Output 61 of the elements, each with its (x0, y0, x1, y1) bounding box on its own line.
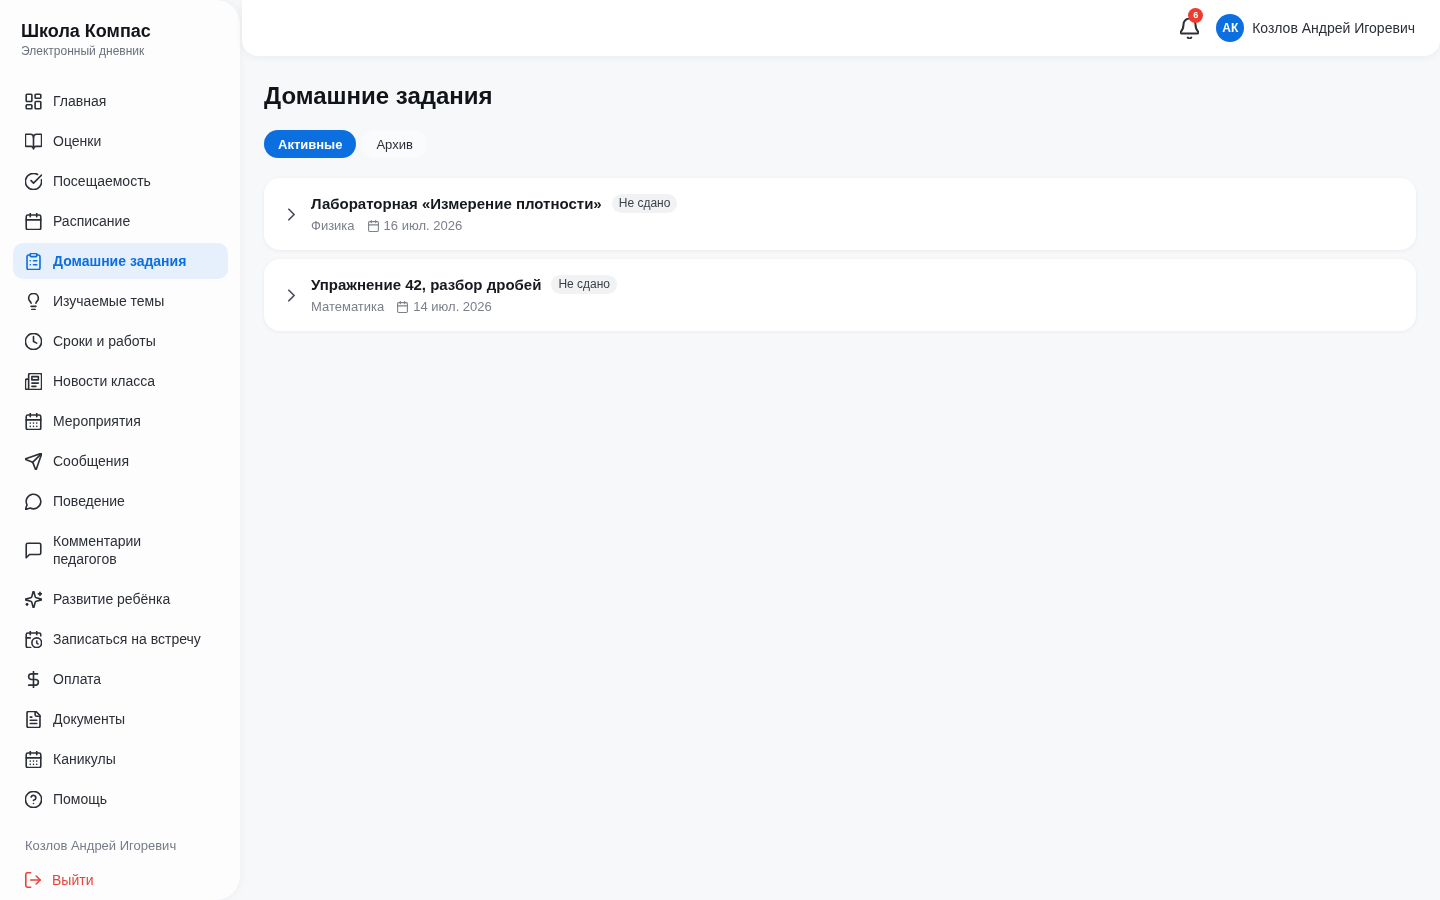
bell-icon (1180, 17, 1200, 39)
newspaper-icon (25, 372, 42, 390)
user-avatar[interactable]: АК (1216, 14, 1245, 42)
calendar-icon (397, 300, 409, 313)
school-name: Школа Компас (21, 21, 152, 42)
assignment-card[interactable]: Лабораторная «Измерение плотности» Не сдано Физика 16 июл. 2026 (264, 178, 1416, 250)
help-icon (25, 790, 42, 808)
assignment-title: Лабораторная «Измерение плотности» (311, 193, 602, 214)
check-circle-icon (25, 172, 42, 190)
calendar-icon (25, 750, 42, 768)
sidebar-item[interactable]: Посещаемость (13, 163, 228, 199)
sidebar-item[interactable]: Домашние задания (13, 243, 228, 279)
sidebar-item[interactable]: Мероприятия (13, 403, 228, 439)
school-subtitle: Электронный дневник (21, 44, 146, 59)
assignment-card[interactable]: Упражнение 42, разбор дробей Не сдано Математика 14 июл. 2026 (264, 259, 1416, 331)
logout-link[interactable]: Выйти (25, 870, 94, 890)
sidebar-item[interactable]: Развитие ребёнка (13, 581, 228, 617)
sidebar-item[interactable]: Помощь (13, 781, 228, 817)
sidebar-item[interactable]: Новости класса (13, 363, 228, 399)
due-date: 16 июл. 2026 (383, 216, 463, 235)
sparkles-icon (25, 590, 42, 608)
sidebar-item[interactable]: Документы (13, 701, 228, 737)
lightbulb-icon (25, 292, 42, 310)
status-badge: Не сдано (551, 275, 618, 294)
sidebar-item[interactable]: Расписание (13, 203, 228, 239)
chat-bubble-icon (25, 492, 42, 510)
sidebar-item[interactable]: Оценки (13, 123, 228, 159)
sidebar-item[interactable]: Записаться на встречу (13, 621, 228, 657)
speech-bubble-icon (25, 541, 42, 559)
sidebar-item[interactable]: Поведение (13, 483, 228, 519)
book-icon (25, 132, 42, 150)
document-icon (25, 710, 42, 728)
page-title: Домашние задания (264, 82, 494, 110)
tab[interactable]: Активные (264, 130, 357, 158)
calendar-clock-icon (25, 630, 42, 648)
user-name: Козлов Андрей Игоревич (25, 838, 178, 854)
sidebar-item[interactable]: Оплата (13, 661, 228, 697)
dollar-icon (25, 670, 42, 688)
assignment-title: Упражнение 42, разбор дробей (311, 274, 542, 295)
sidebar-item[interactable]: Изучаемые темы (13, 283, 228, 319)
chevron-right-icon[interactable] (288, 207, 295, 221)
sidebar-item[interactable]: Комментарии педагогов (13, 523, 228, 577)
subject-name: Математика (311, 297, 385, 316)
clipboard-list-icon (25, 252, 42, 270)
calendar-icon (25, 412, 42, 430)
paper-plane-icon (25, 452, 42, 470)
sidebar-item[interactable]: Главная (13, 83, 228, 119)
sidebar-item[interactable]: Каникулы (13, 741, 228, 777)
calendar-icon (25, 212, 42, 230)
sidebar-item[interactable]: Сроки и работы (13, 323, 228, 359)
notification-badge: 6 (1188, 7, 1204, 23)
due-date: 14 июл. 2026 (413, 297, 492, 316)
logout-icon (25, 872, 41, 888)
dashboard-icon (25, 92, 42, 110)
status-badge: Не сдано (611, 194, 678, 213)
chevron-right-icon[interactable] (288, 288, 295, 302)
clock-icon (25, 332, 42, 350)
subject-name: Физика (311, 216, 355, 235)
sidebar-item[interactable]: Сообщения (13, 443, 228, 479)
calendar-icon (367, 219, 379, 232)
user-name[interactable]: Козлов Андрей Игоревич (1252, 20, 1415, 36)
